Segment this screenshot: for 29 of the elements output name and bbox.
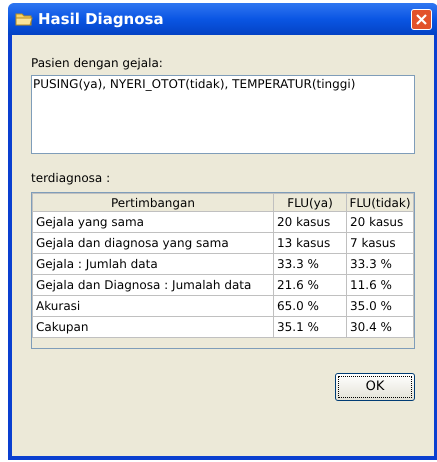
ok-button[interactable]: OK xyxy=(335,373,415,401)
close-button[interactable] xyxy=(411,8,432,30)
table-cell: 21.6 % xyxy=(274,274,346,296)
table-cell: 13 kasus xyxy=(274,232,346,254)
table-cell: Gejala : Jumlah data xyxy=(32,254,274,274)
table-cell: 33.3 % xyxy=(274,254,346,274)
column-header[interactable]: Pertimbangan xyxy=(32,194,274,212)
column-header[interactable]: FLU(tidak) xyxy=(346,194,414,212)
folder-icon xyxy=(15,12,33,26)
table-cell: 30.4 % xyxy=(346,316,414,338)
close-icon xyxy=(416,14,427,24)
table-cell: 33.3 % xyxy=(346,254,414,274)
table-cell: Cakupan xyxy=(32,316,274,338)
table-cell: 35.1 % xyxy=(274,316,346,338)
table-cell: 11.6 % xyxy=(346,274,414,296)
table-cell: 7 kasus xyxy=(346,232,414,254)
table-cell: Gejala dan diagnosa yang sama xyxy=(32,232,274,254)
result-label: terdiagnosa : xyxy=(31,170,112,186)
table-cell: Gejala yang sama xyxy=(32,212,274,232)
table-cell: 20 kasus xyxy=(274,212,346,232)
table-cell: 65.0 % xyxy=(274,296,346,316)
table-cell: 35.0 % xyxy=(346,296,414,316)
symptoms-label: Pasien dengan gejala: xyxy=(31,55,164,71)
table-cell: Akurasi xyxy=(32,296,274,316)
column-header[interactable]: FLU(ya) xyxy=(274,194,346,212)
window-title: Hasil Diagnosa xyxy=(38,8,165,30)
table-cell: 20 kasus xyxy=(346,212,414,232)
table-cell: Gejala dan Diagnosa : Jumalah data xyxy=(32,274,274,296)
symptoms-text-area[interactable]: PUSING(ya), NYERI_OTOT(tidak), TEMPERATUR(tinggi) xyxy=(31,75,415,154)
